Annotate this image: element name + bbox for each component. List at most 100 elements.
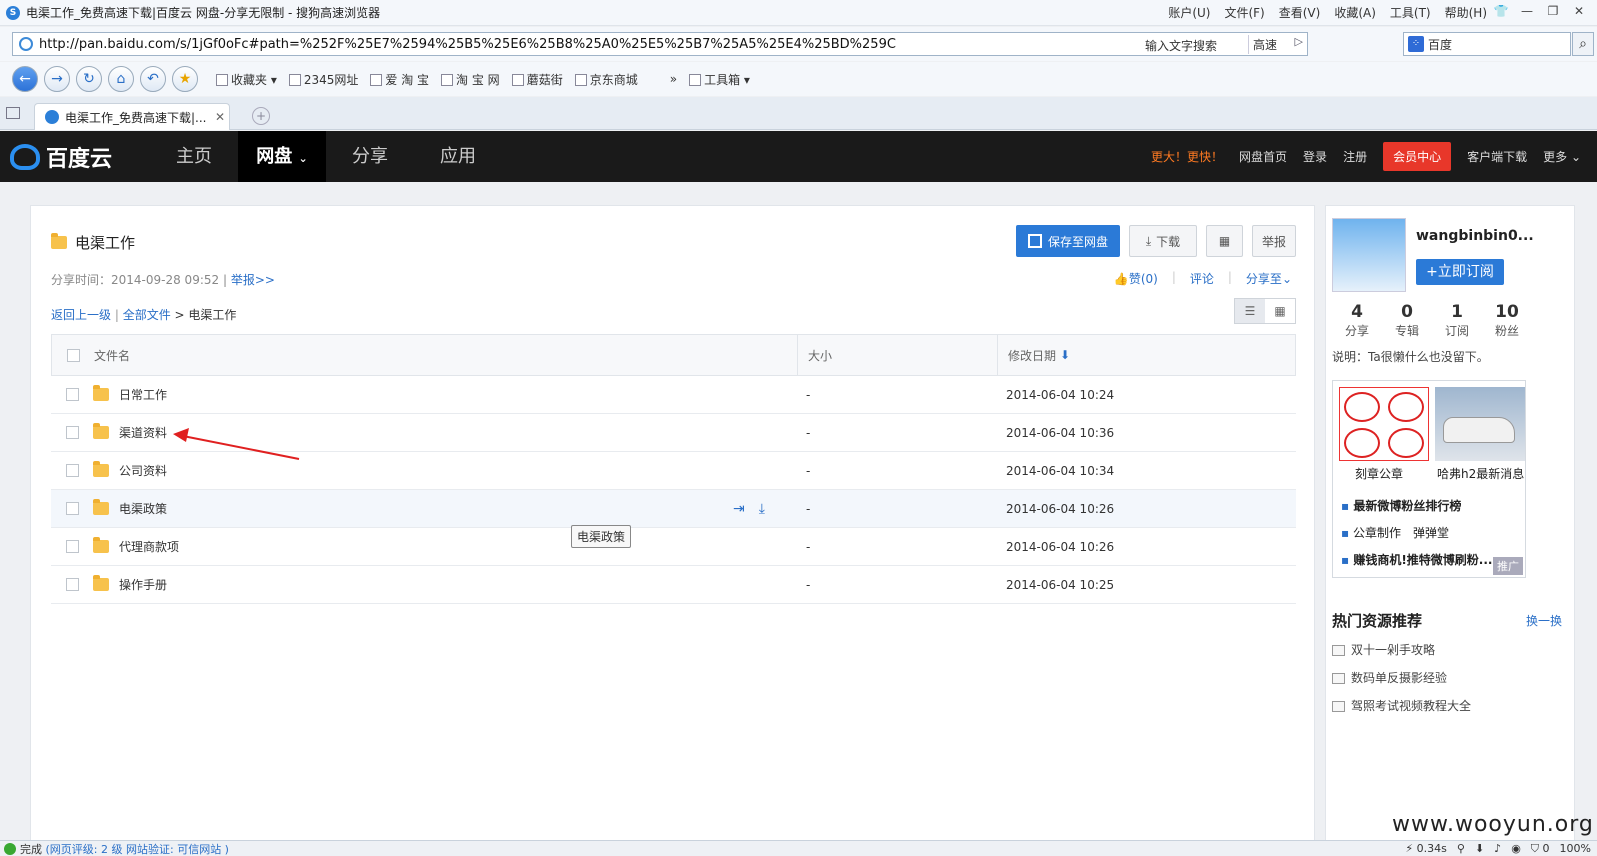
file-name[interactable]: 电渠政策 (119, 500, 167, 517)
login-link[interactable]: 登录 (1303, 148, 1327, 165)
minimize-icon[interactable]: — (1517, 2, 1537, 20)
zoom-level[interactable]: 100% (1560, 842, 1591, 856)
col-size[interactable]: 大小 (797, 335, 997, 375)
save-to-netdisk-button[interactable]: 保存至网盘 (1016, 225, 1120, 257)
fav-aitaobao[interactable]: 爱 淘 宝 (370, 71, 429, 88)
download-icon[interactable]: ⤓ (759, 501, 765, 517)
address-input[interactable]: http://pan.baidu.com/s/1jGf0oFc#path=%25… (12, 32, 1308, 56)
register-link[interactable]: 注册 (1343, 148, 1367, 165)
skin-icon[interactable]: 👕 (1491, 2, 1511, 20)
list-view-icon[interactable]: ☰ (1235, 299, 1265, 323)
home-icon[interactable]: ⌂ (108, 66, 134, 92)
nav-home[interactable]: 主页 (150, 131, 238, 182)
like-button[interactable]: 👍赞(0) (1114, 270, 1158, 287)
subscribe-button[interactable]: +立即订阅 (1416, 259, 1504, 285)
refresh-icon[interactable]: ↻ (76, 66, 102, 92)
person-icon[interactable]: ⚲ (1457, 842, 1465, 856)
baidu-cloud-logo[interactable]: 百度云 (10, 141, 112, 173)
stamp-ad-image[interactable] (1339, 387, 1429, 461)
ad-caption[interactable]: 刻章公章 (1355, 465, 1403, 482)
vip-center-button[interactable]: 会员中心 (1383, 142, 1452, 171)
forward-icon[interactable]: → (44, 66, 70, 92)
netdisk-home-link[interactable]: 网盘首页 (1239, 148, 1287, 165)
share-to-menu[interactable]: 分享至⌄ (1246, 270, 1292, 287)
car-ad-image[interactable] (1435, 387, 1525, 461)
ad-item[interactable]: 最新微博粉丝排行榜 (1341, 493, 1492, 520)
close-icon[interactable]: ✕ (1569, 2, 1589, 20)
refresh-hot-link[interactable]: 换一换 (1526, 612, 1562, 629)
row-checkbox[interactable] (66, 578, 79, 591)
tab-active[interactable]: 电渠工作_免费高速下载|... ✕ (34, 103, 230, 130)
grid-view-icon[interactable]: ▦ (1265, 299, 1295, 323)
undo-icon[interactable]: ↶ (140, 66, 166, 92)
fav-jd[interactable]: 京东商城 (574, 71, 638, 88)
window-title: 电渠工作_免费高速下载|百度云 网盘-分享无限制 - 搜狗高速浏览器 (26, 6, 381, 20)
file-date: 2014-06-04 10:26 (1006, 539, 1115, 554)
nav-netdisk[interactable]: 网盘 ⌄ (238, 131, 326, 182)
browser-toolbar: ← → ↻ ⌂ ↶ ★ 收藏夹 ▾ 2345网址 爱 淘 宝 淘 宝 网 蘑菇街… (0, 62, 1597, 96)
sidebar-toggle-icon[interactable] (6, 107, 20, 119)
star-icon[interactable]: ★ (172, 66, 198, 92)
tab-close-icon[interactable]: ✕ (215, 110, 225, 124)
list-item[interactable]: 数码单反摄影经验 (1332, 664, 1471, 692)
nav-apps[interactable]: 应用 (414, 131, 502, 182)
overflow-icon[interactable]: » (670, 72, 677, 86)
restore-icon[interactable]: ❐ (1543, 2, 1563, 20)
new-tab-icon[interactable]: + (252, 107, 270, 125)
more-menu[interactable]: 更多 ⌄ (1543, 148, 1581, 165)
fav-taobao[interactable]: 淘 宝 网 (441, 71, 500, 88)
list-item[interactable]: 双十一剁手攻略 (1332, 636, 1471, 664)
toolbox-menu[interactable]: 工具箱 ▾ (689, 71, 750, 88)
file-name[interactable]: 操作手册 (119, 576, 167, 593)
address-search-hint[interactable]: 输入文字搜索 (1145, 37, 1217, 54)
table-row[interactable]: 操作手册 - 2014-06-04 10:25 (51, 566, 1296, 604)
ad-item[interactable]: 公章制作 弹弹堂 (1341, 520, 1492, 547)
status-done: 完成 (20, 842, 42, 856)
table-row[interactable]: 电渠政策 ⇥ ⤓ - 2014-06-04 10:26 (51, 490, 1296, 528)
save-icon[interactable]: ⇥ (733, 501, 745, 517)
download-manager-icon[interactable]: ⬇ (1475, 842, 1484, 856)
stat-shares[interactable]: 4 分享 (1332, 302, 1382, 339)
promo-link[interactable]: 更大！更快！ (1151, 148, 1223, 165)
client-download-link[interactable]: 客户端下载 (1467, 148, 1527, 165)
menu-tools[interactable]: 工具(T) (1390, 4, 1431, 21)
row-checkbox[interactable] (66, 540, 79, 553)
comment-link[interactable]: 评论 (1190, 270, 1214, 287)
avatar[interactable] (1332, 218, 1406, 292)
fav-mogujie[interactable]: 蘑菇街 (511, 71, 563, 88)
col-date[interactable]: 修改日期 ⬇ (997, 335, 1295, 375)
like-count: 赞(0) (1128, 272, 1158, 286)
eye-icon[interactable]: ◉ (1511, 842, 1521, 856)
menu-view[interactable]: 查看(V) (1279, 4, 1321, 21)
stat-albums[interactable]: 0 专辑 (1382, 302, 1432, 339)
report-button[interactable]: 举报 (1252, 225, 1296, 257)
stat-subscriptions[interactable]: 1 订阅 (1432, 302, 1482, 339)
ad-item[interactable]: 赚钱商机!推特微博刷粉... (1341, 547, 1492, 574)
speed-mode-button[interactable]: 高速 (1247, 35, 1281, 54)
url-text[interactable]: http://pan.baidu.com/s/1jGf0oFc#path=%25… (39, 37, 896, 52)
list-item[interactable]: 驾照考试视频教程大全 (1332, 692, 1471, 720)
fav-2345[interactable]: 2345网址 (288, 71, 358, 88)
download-button[interactable]: ⤓ 下载 (1129, 225, 1197, 257)
file-name[interactable]: 代理商款项 (119, 538, 179, 555)
nav-share[interactable]: 分享 (326, 131, 414, 182)
sound-icon[interactable]: ♪ (1494, 842, 1501, 856)
menu-favorites[interactable]: 收藏(A) (1334, 4, 1376, 21)
menu-account[interactable]: 账户(U) (1168, 4, 1210, 21)
search-icon[interactable]: ⌕ (1572, 32, 1594, 56)
qrcode-button[interactable]: ▦ (1206, 225, 1243, 257)
menu-help[interactable]: 帮助(H) (1445, 4, 1487, 21)
back-icon[interactable]: ← (12, 66, 38, 92)
go-icon[interactable]: ▷ (1295, 35, 1303, 48)
row-checkbox[interactable] (66, 502, 79, 515)
fav-favorites[interactable]: 收藏夹 ▾ (216, 71, 277, 88)
username[interactable]: wangbinbin0... (1416, 228, 1534, 244)
search-value[interactable]: 百度 (1428, 36, 1452, 53)
site-rating-link[interactable]: (网页评级: 2 级 网站验证: 可信网站 ) (46, 843, 229, 856)
table-row[interactable]: 代理商款项 - 2014-06-04 10:26 (51, 528, 1296, 566)
shield-icon[interactable]: ⛉ 0 (1531, 842, 1550, 856)
menu-file[interactable]: 文件(F) (1224, 4, 1264, 21)
ad-caption[interactable]: 哈弗h2最新消息 (1437, 465, 1524, 482)
search-input[interactable]: ⁘ 百度 (1403, 32, 1571, 56)
stat-fans[interactable]: 10 粉丝 (1482, 302, 1532, 339)
